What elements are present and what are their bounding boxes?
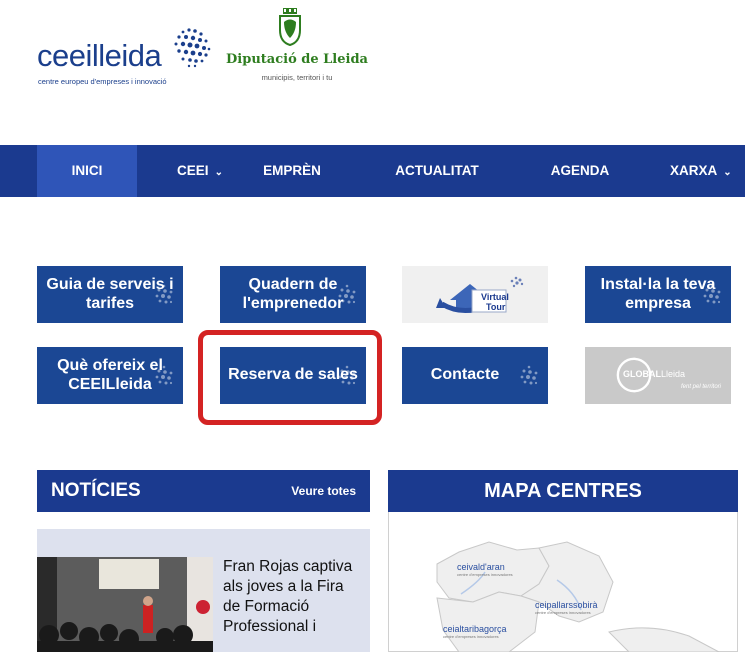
ceeilleida-logo-word: ceeilleida — [37, 38, 162, 73]
diputacio-name: Diputació de Lleida — [226, 52, 368, 67]
coat-of-arms-icon — [279, 8, 301, 46]
news-photo-scene — [37, 557, 213, 652]
dots-sphere-icon — [174, 28, 211, 68]
global-lleida-brand: GLOBALLleida — [623, 369, 685, 379]
mapa-header: MAPA CENTRES — [388, 470, 738, 512]
map-label-sub: centre d'empreses innovadores — [535, 610, 591, 615]
virtual-tour-label-1: Virtual — [481, 292, 509, 302]
mapa-title: MAPA CENTRES — [484, 480, 642, 502]
chevron-down-icon: ⌄ — [723, 167, 732, 178]
tile-label: Quadern de l'emprenedor — [242, 276, 344, 312]
nav-item-label: EMPRÈN — [263, 163, 321, 178]
nav-item-inici[interactable]: INICI — [37, 145, 137, 197]
news-headline[interactable]: Fran Rojas captiva als joves a la Fira d… — [223, 557, 363, 637]
virtual-tour-label-2: Tour — [486, 302, 506, 312]
nav-item-label: CEEI — [177, 163, 209, 178]
tile-label: Què ofereix el CEEILleida — [57, 357, 163, 393]
news-card[interactable]: Fran Rojas captiva als joves a la Fira d… — [37, 529, 370, 652]
dots-sphere-icon — [520, 365, 538, 384]
tile-label: Guia de serveis i tarifes — [46, 276, 174, 312]
veure-totes-link[interactable]: Veure totes — [291, 470, 356, 512]
nav-item-label: ACTUALITAT — [395, 163, 479, 178]
ceeilleida-logo[interactable]: ceeilleida centre europeu d'empreses i i… — [37, 22, 217, 94]
map-regions — [436, 541, 720, 652]
map-label-name: ceialtaribagorça — [443, 624, 507, 634]
tile-quadern-emprenedor[interactable]: Quadern de l'emprenedor — [220, 266, 366, 323]
map-label-name: ceipallarssobirà — [535, 600, 598, 610]
global-lleida-tagline: fent pel territori — [681, 384, 722, 390]
tile-contacte[interactable]: Contacte — [402, 347, 548, 404]
nav-item-agenda[interactable]: AGENDA — [540, 145, 620, 197]
noticies-title: NOTÍCIES — [51, 480, 141, 501]
nav-item-label: AGENDA — [550, 163, 610, 178]
tile-label: Contacte — [430, 366, 500, 384]
tile-installa-empresa[interactable]: Instal·la la teva empresa — [585, 266, 731, 323]
map-label-ceipallarssobira[interactable]: ceipallarssobirà centre d'empreses innov… — [535, 600, 598, 615]
map-label-sub: centre d'empreses innovadores — [443, 634, 499, 639]
ceeilleida-tagline: centre europeu d'empreses i innovació — [38, 77, 167, 86]
nav-item-label: INICI — [71, 163, 103, 178]
map-centres[interactable]: ceivald'aran centre d'empreses innovador… — [388, 512, 738, 652]
nav-item-actualitat[interactable]: ACTUALITAT — [382, 145, 492, 197]
tile-label: Instal·la la teva empresa — [600, 276, 716, 312]
nav-item-label: XARXA — [670, 163, 718, 178]
tile-virtual-tour[interactable]: Virtual Tour — [402, 266, 548, 323]
diputacio-lleida-logo[interactable]: Diputació de Lleida municipis, territori… — [222, 8, 372, 94]
nav-item-ceei[interactable]: CEEI ⌄ — [160, 145, 240, 197]
nav-item-xarxa[interactable]: XARXA ⌄ — [670, 145, 745, 197]
global-lleida-brand-1: GLOBAL — [623, 369, 661, 379]
global-lleida-brand-2: Lleida — [661, 369, 686, 379]
diputacio-tagline: municipis, territori i tu — [261, 73, 333, 82]
tile-guia-serveis[interactable]: Guia de serveis i tarifes — [37, 266, 183, 323]
news-photo[interactable] — [37, 557, 213, 652]
tile-que-ofereix[interactable]: Què ofereix el CEEILleida — [37, 347, 183, 404]
map-label-sub: centre d'empreses innovadores — [457, 572, 513, 577]
map-label-ceivaldaran[interactable]: ceivald'aran centre d'empreses innovador… — [457, 562, 513, 577]
tile-label: Reserva de sales — [228, 366, 358, 384]
nav-item-empren[interactable]: EMPRÈN — [252, 145, 332, 197]
noticies-header: NOTÍCIES Veure totes — [37, 470, 370, 512]
tile-global-lleida[interactable]: GLOBALLleida fent pel territori — [585, 347, 731, 404]
main-nav: INICI CEEI ⌄ EMPRÈN ACTUALITAT AGENDA XAR… — [0, 145, 745, 197]
map-label-name: ceivald'aran — [457, 562, 505, 572]
chevron-down-icon: ⌄ — [214, 167, 223, 178]
map-label-ceialtaribagorca[interactable]: ceialtaribagorça centre d'empreses innov… — [443, 624, 507, 639]
